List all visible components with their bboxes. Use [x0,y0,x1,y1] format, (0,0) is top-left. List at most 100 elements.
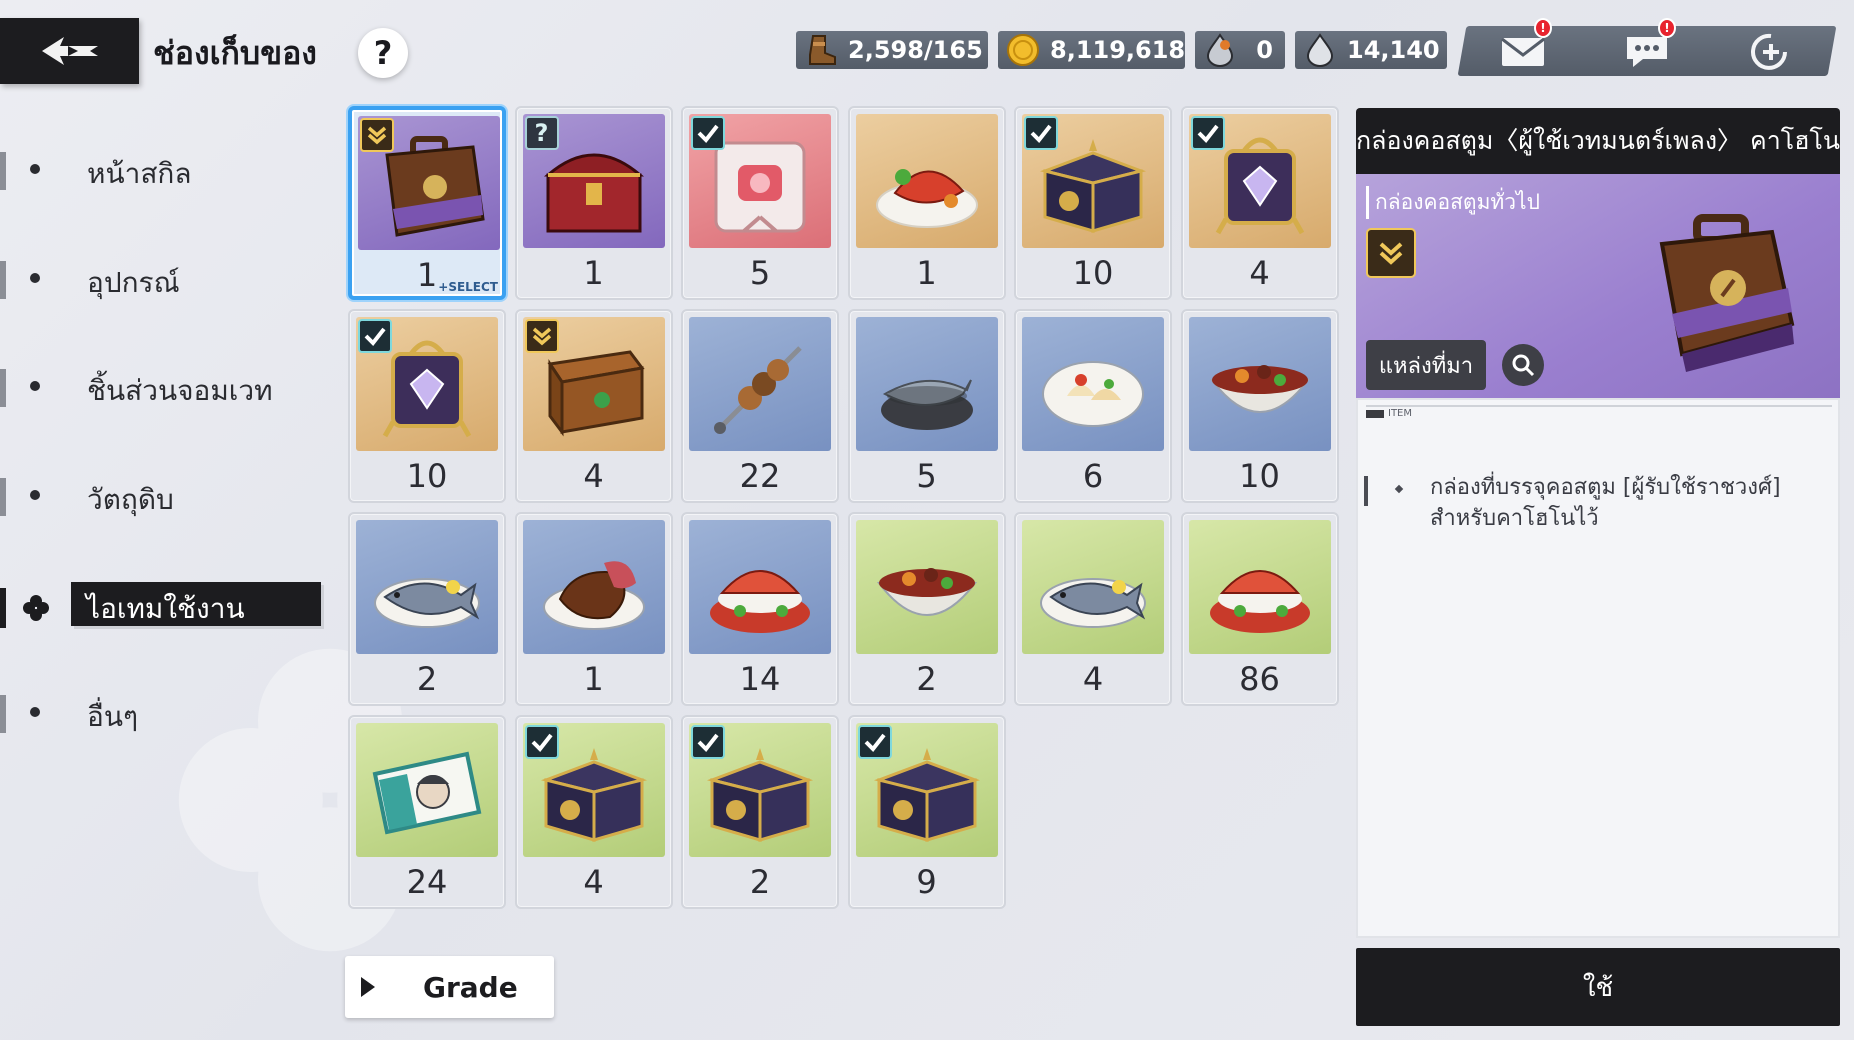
add-friend-icon [1751,33,1787,70]
item-art [1022,317,1164,451]
inventory-slot-dumpling-plate[interactable]: 6 [1014,309,1172,503]
item-type-label: ITEM [1388,408,1413,419]
help-button[interactable]: ? [358,28,408,78]
suitcase-icon [1659,214,1795,372]
sidebar-item-others[interactable]: อื่นๆ [0,681,330,741]
item-quantity: 24 [406,863,448,901]
inventory-grid: 1 +SELECT? 1 5 1 10 4 10 4 22 5 6 10 2 1 14 2 4 86 24 4 2 9 [348,106,1344,909]
check-badge-icon [857,725,892,759]
description-marker [1364,476,1368,506]
item-detail-panel: กล่องคอสตูม〈ผู้ใช้เวทมนตร์เพลง〉 คาโฮโน ก… [1356,108,1840,938]
crab-burger-icon [710,570,810,633]
stamina-value: 2,598/165 [848,36,983,64]
inventory-slot-dark-chest[interactable]: 9 [847,715,1006,909]
grade-filter-label: Grade [423,970,518,1004]
bullet-icon [30,490,40,500]
stew-bowl-icon [1209,365,1310,413]
inventory-slot-meat-skewer[interactable]: 22 [681,309,839,503]
inventory-slot-lobster-plate[interactable]: 1 [847,106,1006,300]
item-quantity: 14 [739,660,781,698]
item-quantity: 1 [583,254,604,292]
steak-icon [542,561,645,630]
inventory-slot-crab-burger[interactable]: 14 [681,512,839,706]
stamina-counter[interactable]: 2,598/165 [796,31,988,69]
fish-pot-icon [880,379,973,430]
back-arrow-icon [41,37,98,65]
sidebar-item-materials[interactable]: วัตถุดิบ [0,464,330,524]
item-art [855,520,998,654]
item-category: กล่องคอสตูมทั่วไป [1366,186,1540,219]
grade-chevron-icon [1366,228,1416,278]
sidebar-item-equipment[interactable]: อุปกรณ์ [0,247,330,307]
inventory-slot-crystal-lantern[interactable]: 4 [1180,106,1339,300]
inventory-slot-crystal-lantern[interactable]: 10 [348,309,506,503]
lobster-dish-icon [875,169,978,228]
inventory-slot-costume-box-suitcase[interactable]: 1 +SELECT [348,106,506,300]
check-badge-icon [1024,116,1058,150]
source-button[interactable]: แหล่งที่มา [1366,340,1486,390]
inventory-slot-gift-box[interactable]: 5 [681,106,839,300]
boot-icon [809,35,836,65]
sidebar-item-mage-fragments[interactable]: ชิ้นส่วนจอมเวท [0,355,330,415]
item-quantity: 5 [916,457,937,495]
clover-icon [23,595,49,621]
sidebar-item-label: ชิ้นส่วนจอมเวท [87,374,273,407]
mail-button[interactable]: ! [1496,18,1552,74]
sidebar-indicator [0,152,6,190]
bullet-icon [30,273,40,283]
item-art [1188,317,1331,451]
inventory-slot-portrait-ticket[interactable]: 24 [348,715,506,909]
gold-counter[interactable]: 8,119,618 [998,31,1185,69]
grade-filter-button[interactable]: Grade [345,956,554,1018]
item-art [855,317,998,451]
inventory-slot-fish-plate[interactable]: 2 [348,512,506,706]
crystal-value: 0 [1256,36,1273,64]
inventory-slot-crab-burger[interactable]: 86 [1180,512,1339,706]
item-quantity: 9 [916,863,937,901]
sidebar-indicator [0,261,6,299]
item-art [689,520,831,654]
item-description: กล่องที่บรรจุคอสตูม [ผู้รับใช้ราชวงศ์] ส… [1430,475,1781,531]
inventory-slot-mystery-chest[interactable]: ? 1 [514,106,673,300]
item-quantity: 86 [1239,660,1280,698]
item-quantity: 5 [749,254,771,292]
use-button[interactable]: ใช้ [1356,948,1840,1026]
sidebar-indicator [0,369,6,407]
gold-coin-icon [1007,34,1039,66]
item-quantity: 2 [749,863,771,901]
magnifier-icon [1512,354,1535,377]
item-quantity: 2 [916,660,937,698]
sidebar-item-label: วัตถุดิบ [87,483,174,516]
crystal-counter[interactable]: 0 [1195,31,1285,69]
mana-counter[interactable]: 14,140 [1295,31,1447,69]
item-quantity: 10 [1072,254,1114,292]
check-badge-icon [1190,116,1225,150]
item-quantity: 2 [416,660,438,698]
inventory-slot-stew-bowl[interactable]: 10 [1180,309,1339,503]
inventory-slot-dark-chest[interactable]: 4 [514,715,673,909]
sidebar-item-usable-items[interactable]: ไอเทมใช้งาน [0,576,330,636]
item-art [689,317,831,451]
inventory-slot-steak-plate[interactable]: 1 [514,512,673,706]
inventory-slot-fish-pot[interactable]: 5 [847,309,1006,503]
inventory-slot-dark-chest[interactable]: 10 [1014,106,1172,300]
add-friend-button[interactable] [1744,30,1798,74]
sidebar-item-skill-page[interactable]: หน้าสกิล [0,138,330,198]
inventory-slot-dark-chest[interactable]: 2 [681,715,839,909]
unknown-badge-icon: ? [524,116,559,150]
inventory-slot-leather-chest[interactable]: 4 [514,309,673,503]
item-art [1188,520,1331,654]
stew-bowl-icon [876,568,977,616]
back-button[interactable] [0,18,139,84]
chat-button[interactable]: ! [1620,18,1676,74]
mana-drop-icon [1306,33,1334,67]
mana-value: 14,140 [1347,36,1440,64]
inventory-slot-fish-plate[interactable]: 4 [1014,512,1172,706]
chat-icon [1627,37,1667,67]
chat-notification-badge: ! [1658,18,1676,38]
sidebar-item-label: อื่นๆ [87,700,138,733]
check-badge-icon [524,725,559,759]
zoom-button[interactable] [1502,344,1544,386]
inventory-slot-stew-bowl[interactable]: 2 [847,512,1006,706]
item-quantity: 10 [1239,457,1280,495]
